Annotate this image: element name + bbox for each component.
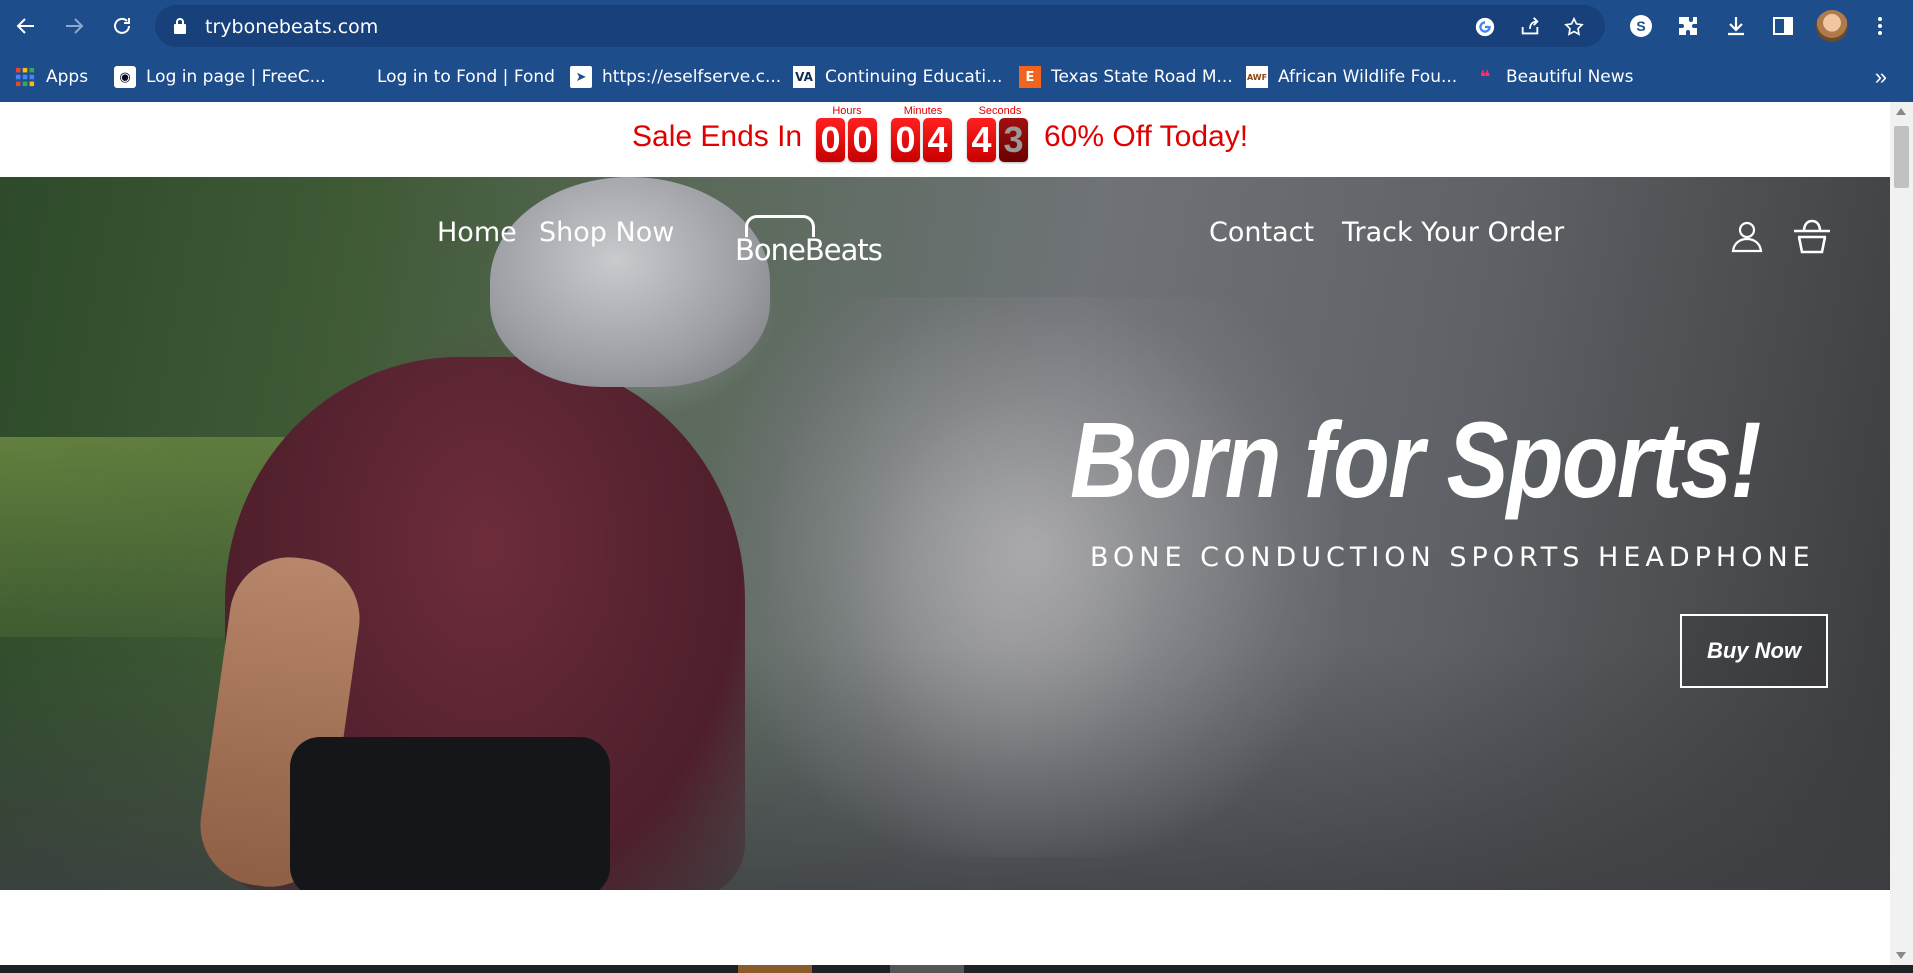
sale-ends-text: Sale Ends In	[632, 120, 803, 153]
scrollbar-thumb[interactable]	[1894, 126, 1909, 188]
blank-icon	[345, 66, 367, 88]
bookmark-beautiful-news[interactable]: ❝ Beautiful News	[1474, 65, 1634, 89]
web-page: Sale Ends In Hours Minutes Seconds 0 0 0…	[0, 102, 1890, 967]
hero-cyclist-shorts	[290, 737, 610, 890]
scroll-up-arrow-icon[interactable]	[1896, 108, 1906, 115]
beautiful-news-icon: ❝	[1479, 66, 1491, 88]
url-text: trybonebeats.com	[205, 16, 379, 38]
bookmark-label: Beautiful News	[1506, 67, 1634, 87]
etsy-icon: E	[1019, 66, 1041, 88]
bookmark-apps[interactable]: Apps	[14, 65, 88, 89]
taskbar-item[interactable]	[890, 965, 964, 973]
google-lens-icon[interactable]	[1473, 15, 1497, 39]
profile-avatar[interactable]	[1816, 10, 1848, 42]
va-icon: VA	[793, 66, 815, 88]
bookmark-label: Log in to Fond | Fond	[377, 67, 555, 87]
reload-icon	[114, 17, 130, 34]
hero-subheadline: BONE CONDUCTION SPORTS HEADPHONE	[1090, 542, 1815, 573]
countdown-digit: 0	[848, 118, 877, 162]
buy-now-button[interactable]: Buy Now	[1680, 614, 1828, 688]
browser-chrome: trybonebeats.com S Apps ◉ Log in page | …	[0, 0, 1913, 102]
hero-cyclist-helmet	[490, 177, 770, 387]
download-icon[interactable]	[1722, 12, 1750, 40]
menu-kebab-icon[interactable]	[1866, 12, 1894, 40]
bookmark-label: Log in page | FreeC...	[146, 67, 326, 87]
minutes-label: Minutes	[903, 105, 943, 117]
paper-plane-icon: ➤	[570, 66, 592, 88]
hero-banner: Home Shop Now Contact Track Your Order B…	[0, 177, 1890, 890]
bookmark-label: Texas State Road M...	[1051, 67, 1233, 87]
hero-background-car	[720, 297, 1340, 857]
freecodecamp-icon: ◉	[114, 66, 136, 88]
seconds-label: Seconds	[978, 105, 1022, 117]
shopping-basket-icon[interactable]	[1792, 217, 1832, 255]
bookmark-awf[interactable]: AWF African Wildlife Fou...	[1246, 65, 1457, 89]
countdown-digit: 4	[967, 118, 996, 162]
nav-track-order-link[interactable]: Track Your Order	[1342, 217, 1564, 248]
side-panel-icon[interactable]	[1769, 12, 1797, 40]
awf-icon: AWF	[1246, 66, 1268, 88]
sale-countdown-bar: Sale Ends In Hours Minutes Seconds 0 0 0…	[0, 102, 1890, 177]
bookmark-eselfserve[interactable]: ➤ https://eselfserve.c...	[570, 65, 781, 89]
forward-arrow-icon	[66, 18, 84, 34]
bookmark-label: African Wildlife Fou...	[1278, 67, 1458, 87]
more-bookmarks-chevron-icon[interactable]: »	[1875, 64, 1887, 90]
account-user-icon[interactable]	[1730, 219, 1764, 253]
back-button[interactable]	[10, 10, 42, 42]
nav-shop-link[interactable]: Shop Now	[539, 217, 674, 248]
extensions-puzzle-icon[interactable]	[1674, 12, 1702, 40]
bookmark-label: https://eselfserve.c...	[602, 67, 782, 87]
countdown-digit: 3	[999, 118, 1028, 162]
hours-label: Hours	[832, 105, 862, 117]
bookmark-freecodecamp[interactable]: ◉ Log in page | FreeC...	[114, 65, 326, 89]
extension-s-icon[interactable]: S	[1627, 12, 1655, 40]
apps-grid-icon	[14, 66, 36, 88]
countdown-digit: 0	[816, 118, 845, 162]
bookmark-fond[interactable]: Log in to Fond | Fond	[345, 65, 555, 89]
svg-text:S: S	[1636, 18, 1645, 34]
nav-home-link[interactable]: Home	[437, 217, 517, 248]
forward-button[interactable]	[58, 10, 90, 42]
bookmark-label: Apps	[46, 67, 89, 87]
lock-icon	[174, 18, 186, 34]
site-logo[interactable]: BoneBeats	[735, 215, 903, 267]
back-arrow-icon	[16, 18, 34, 34]
countdown-digit: 0	[891, 118, 920, 162]
taskbar-item[interactable]	[738, 965, 812, 973]
nav-contact-link[interactable]: Contact	[1209, 217, 1314, 248]
countdown-digit: 4	[923, 118, 952, 162]
logo-text: BoneBeats	[735, 233, 883, 267]
bookmark-etsy[interactable]: E Texas State Road M...	[1019, 65, 1233, 89]
bookmark-label: Continuing Educati...	[825, 67, 1003, 87]
discount-text: 60% Off Today!	[1044, 120, 1249, 153]
scroll-down-arrow-icon[interactable]	[1896, 952, 1906, 959]
reload-button[interactable]	[106, 10, 138, 42]
bookmark-va[interactable]: VA Continuing Educati...	[793, 65, 1002, 89]
bookmarks-bar: Apps ◉ Log in page | FreeC... Log in to …	[0, 52, 1913, 102]
hero-headline: Born for Sports!	[1070, 399, 1761, 520]
bookmark-star-icon[interactable]	[1562, 15, 1586, 39]
browser-toolbar: trybonebeats.com S	[0, 0, 1913, 52]
address-bar[interactable]: trybonebeats.com	[155, 5, 1605, 47]
page-scrollbar[interactable]	[1890, 102, 1913, 965]
share-icon[interactable]	[1518, 15, 1542, 39]
taskbar-strip	[0, 965, 1913, 973]
